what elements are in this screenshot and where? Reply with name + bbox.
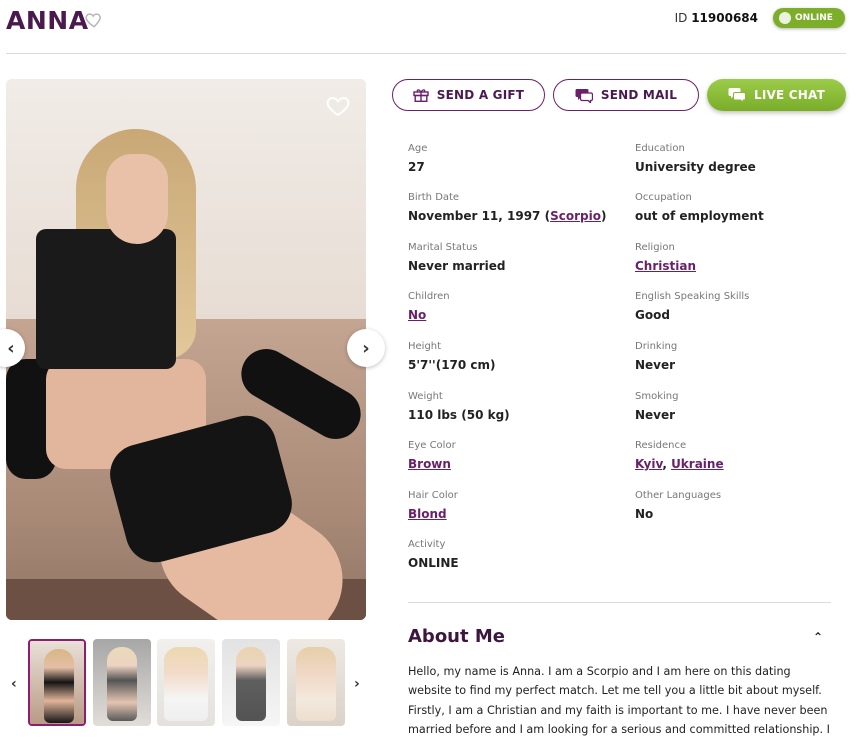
- chevron-left-icon: ‹: [7, 337, 15, 359]
- mail-chat-icon: [575, 89, 593, 103]
- detail-value: Good: [635, 308, 670, 322]
- thumbnail-4[interactable]: [222, 639, 280, 726]
- detail-label: Activity: [408, 539, 446, 550]
- live-chat-button[interactable]: LIVE CHAT: [707, 79, 846, 111]
- detail-age: Age 27: [408, 143, 618, 174]
- detail-english-skills: English Speaking Skills Good: [635, 291, 845, 322]
- thumbnail-strip: ‹ ›: [0, 636, 370, 730]
- thumb-prev-icon[interactable]: ‹: [11, 676, 17, 692]
- detail-activity: Activity ONLINE: [408, 539, 618, 570]
- profile-photo[interactable]: [6, 79, 366, 620]
- header-divider: [6, 53, 846, 54]
- detail-value: 110 lbs (50 kg): [408, 408, 510, 422]
- detail-value: 27: [408, 160, 425, 174]
- detail-hair-color: Hair Color Blond: [408, 490, 618, 521]
- detail-value: Never: [635, 408, 676, 422]
- detail-value: November 11, 1997 (Scorpio): [408, 209, 618, 223]
- detail-label: Smoking: [635, 391, 679, 402]
- thumbnail-3[interactable]: [157, 639, 215, 726]
- chevron-right-icon: ›: [362, 337, 370, 359]
- detail-label: Occupation: [635, 192, 692, 203]
- photo-next-button[interactable]: ›: [347, 329, 385, 367]
- profile-name: ANNA: [6, 6, 89, 35]
- eye-color-link[interactable]: Brown: [408, 457, 451, 471]
- detail-value: Christian: [635, 259, 845, 273]
- chevron-up-icon[interactable]: ⌃: [813, 630, 823, 644]
- detail-value: out of employment: [635, 209, 764, 223]
- chat-bubble-icon: [779, 12, 791, 24]
- detail-occupation: Occupation out of employment: [635, 192, 845, 223]
- detail-smoking: Smoking Never: [635, 391, 845, 422]
- detail-height: Height 5'7''(170 cm): [408, 341, 618, 372]
- detail-drinking: Drinking Never: [635, 341, 845, 372]
- detail-label: Birth Date: [408, 192, 460, 203]
- online-status-label: ONLINE: [795, 13, 833, 23]
- detail-eye-color: Eye Color Brown: [408, 440, 618, 471]
- detail-value: No: [635, 507, 654, 521]
- thumbnail-5[interactable]: [287, 639, 345, 726]
- detail-label: Drinking: [635, 341, 678, 352]
- profile-id: ID 11900684: [675, 11, 758, 25]
- send-mail-label: SEND MAIL: [600, 88, 678, 102]
- detail-label: Religion: [635, 242, 675, 253]
- live-chat-label: LIVE CHAT: [754, 88, 825, 102]
- birth-date-text: November 11, 1997 (: [408, 209, 551, 223]
- detail-value: No: [408, 308, 618, 322]
- online-status-badge: ONLINE: [773, 8, 845, 28]
- detail-religion: Religion Christian: [635, 242, 845, 273]
- detail-value: Never: [635, 358, 676, 372]
- heart-outline-icon[interactable]: [84, 10, 104, 30]
- children-link[interactable]: No: [408, 308, 426, 322]
- detail-value: Blond: [408, 507, 618, 521]
- detail-residence: Residence Kyiv, Ukraine: [635, 440, 845, 471]
- detail-label: Residence: [635, 440, 687, 451]
- send-gift-button[interactable]: SEND A GIFT: [392, 79, 545, 111]
- city-link[interactable]: Kyiv: [635, 457, 662, 471]
- profile-id-label: ID: [674, 11, 688, 25]
- detail-birth-date: Birth Date November 11, 1997 (Scorpio): [408, 192, 618, 223]
- birth-date-suffix: ): [600, 209, 607, 223]
- zodiac-link[interactable]: Scorpio: [550, 209, 601, 223]
- detail-value: University degree: [635, 160, 756, 174]
- gift-icon: [413, 89, 429, 102]
- detail-education: Education University degree: [635, 143, 845, 174]
- send-mail-button[interactable]: SEND MAIL: [553, 79, 699, 111]
- detail-label: Other Languages: [635, 490, 722, 501]
- detail-label: English Speaking Skills: [635, 291, 750, 302]
- hair-color-link[interactable]: Blond: [408, 507, 447, 521]
- thumb-next-icon[interactable]: ›: [354, 676, 360, 692]
- send-gift-label: SEND A GIFT: [436, 88, 525, 102]
- thumbnail-1[interactable]: [28, 639, 86, 726]
- profile-id-value: 11900684: [691, 11, 758, 25]
- detail-label: Hair Color: [408, 490, 458, 501]
- detail-label: Height: [408, 341, 442, 352]
- chat-bubbles-icon: [728, 88, 747, 103]
- detail-label: Age: [408, 143, 428, 154]
- favorite-heart-icon[interactable]: [326, 95, 350, 117]
- detail-weight: Weight 110 lbs (50 kg): [408, 391, 618, 422]
- country-link[interactable]: Ukraine: [671, 457, 724, 471]
- detail-label: Weight: [408, 391, 443, 402]
- detail-label: Marital Status: [408, 242, 478, 253]
- detail-value: 5'7''(170 cm): [408, 358, 496, 372]
- detail-value: ONLINE: [408, 556, 459, 570]
- detail-value: Never married: [408, 259, 506, 273]
- residence-separator: ,: [662, 457, 672, 471]
- thumbnail-2[interactable]: [93, 639, 151, 726]
- detail-label: Education: [635, 143, 685, 154]
- detail-children: Children No: [408, 291, 618, 322]
- about-me-heading[interactable]: About Me: [408, 626, 505, 647]
- religion-link[interactable]: Christian: [635, 259, 696, 273]
- detail-value: Kyiv, Ukraine: [635, 457, 845, 471]
- about-divider: [408, 602, 831, 603]
- detail-other-languages: Other Languages No: [635, 490, 845, 521]
- detail-label: Children: [408, 291, 450, 302]
- detail-value: Brown: [408, 457, 618, 471]
- detail-marital-status: Marital Status Never married: [408, 242, 618, 273]
- about-me-text: Hello, my name is Anna. I am a Scorpio a…: [408, 665, 830, 736]
- detail-label: Eye Color: [408, 440, 456, 451]
